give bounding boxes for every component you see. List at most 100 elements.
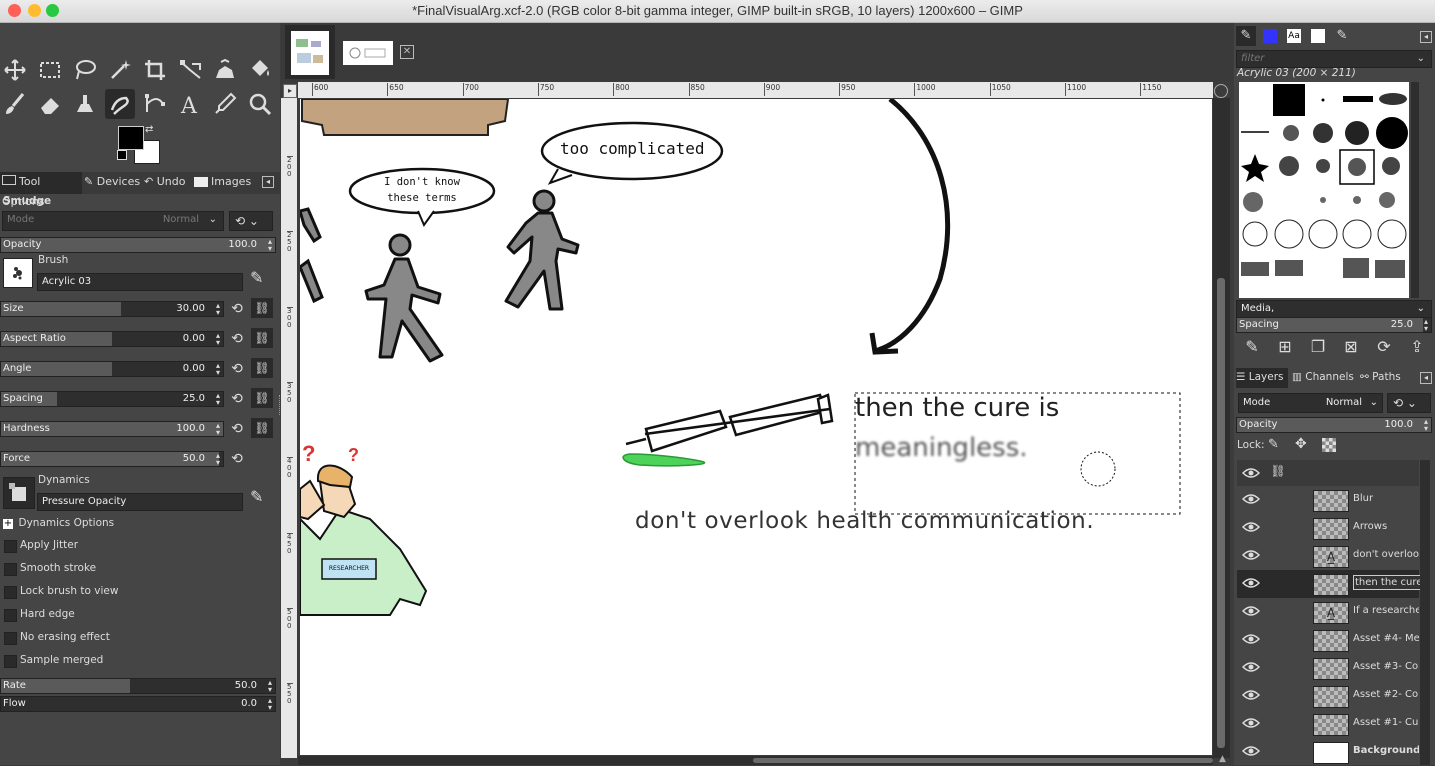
tab-devices[interactable]: ✎ Devices — [82, 172, 142, 194]
eye-icon[interactable] — [1242, 576, 1260, 590]
image-tab[interactable] — [343, 41, 393, 65]
scroll-thumb[interactable] — [753, 758, 1213, 763]
horizontal-scrollbar[interactable] — [298, 756, 1213, 765]
link-to-brush-icon[interactable]: ⛓ — [251, 298, 273, 318]
lock-alpha-icon[interactable] — [1322, 438, 1336, 452]
spinner-icon[interactable]: ▴ ▾ — [216, 392, 220, 407]
reset-icon[interactable]: ⟲ — [228, 420, 246, 438]
reset-icon[interactable]: ⟲ — [228, 300, 246, 318]
layer-row[interactable]: Asset #3- Con — [1237, 654, 1419, 682]
layer-row[interactable]: Blur — [1237, 486, 1419, 514]
eye-icon[interactable] — [1242, 492, 1260, 506]
ruler-corner[interactable]: ▸ — [283, 84, 297, 98]
crop-tool[interactable] — [140, 55, 170, 85]
eye-icon[interactable] — [1242, 632, 1260, 646]
spinner-icon[interactable]: ▴ ▾ — [268, 679, 272, 694]
reset-icon[interactable]: ⟲ — [228, 450, 246, 468]
brush-name-field[interactable]: Acrylic 03 — [37, 273, 243, 291]
tab-channels[interactable]: ▥ Channels — [1292, 368, 1356, 388]
checkbox[interactable] — [4, 609, 17, 622]
eye-icon[interactable] — [1242, 744, 1260, 758]
transform-tool[interactable] — [175, 55, 205, 85]
layer-row[interactable]: Arrows — [1237, 514, 1419, 542]
tab-fonts[interactable]: Aa — [1284, 26, 1304, 46]
spinner-icon[interactable]: ▴ ▾ — [1424, 418, 1428, 433]
layer-list-scrollbar[interactable] — [1420, 460, 1430, 765]
image-tab-active[interactable] — [285, 25, 335, 79]
vertical-ruler[interactable]: 200 250 300 350 400 450 500 550 — [281, 98, 297, 758]
eye-icon[interactable] — [1242, 716, 1260, 730]
aspect-ratio-slider[interactable]: Aspect Ratio 0.00 ▴ ▾ — [0, 331, 224, 347]
bucket-fill-tool[interactable] — [245, 55, 275, 85]
spinner-icon[interactable]: ▴ ▾ — [216, 362, 220, 377]
reset-icon[interactable]: ⟲ — [228, 360, 246, 378]
link-to-brush-icon[interactable]: ⛓ — [251, 358, 273, 378]
spinner-icon[interactable]: ▴ ▾ — [1424, 318, 1428, 333]
spinner-icon[interactable]: ▴ ▾ — [216, 422, 220, 437]
layer-row[interactable]: Asset #4- Mea — [1237, 626, 1419, 654]
brush-filter-input[interactable]: filter ⌄ — [1236, 50, 1432, 68]
tab-paint-dynamics[interactable]: ✎ — [1332, 26, 1352, 46]
layer-row[interactable]: Asset #2- Con — [1237, 682, 1419, 710]
dynamics-options-expander[interactable]: + Dynamics Options — [3, 516, 114, 529]
layer-mode-reset-button[interactable]: ⟲ ⌄ — [1387, 393, 1431, 413]
checkbox[interactable] — [4, 586, 17, 599]
checkbox[interactable] — [4, 540, 17, 553]
edit-dynamics-icon[interactable]: ✎ — [250, 487, 263, 506]
brush-grid-scrollbar[interactable] — [1411, 82, 1419, 298]
dock-menu-icon[interactable]: ◂ — [262, 176, 274, 188]
force-slider[interactable]: Force 50.0 ▴ ▾ — [0, 451, 224, 467]
paths-tool[interactable] — [140, 89, 170, 119]
close-tab-icon[interactable]: ✕ — [400, 45, 414, 59]
spinner-icon[interactable]: ▴ ▾ — [216, 332, 220, 347]
layer-row[interactable]: A̲ don't overlook — [1237, 542, 1419, 570]
zoom-nav-icon[interactable] — [1214, 84, 1228, 98]
spinner-icon[interactable]: ▴ ▾ — [268, 697, 272, 712]
eye-icon[interactable] — [1242, 520, 1260, 534]
dock-menu-icon[interactable]: ◂ — [1420, 372, 1432, 384]
rect-select-tool[interactable] — [35, 55, 65, 85]
spinner-icon[interactable]: ▴ ▾ — [268, 238, 272, 253]
tab-paths[interactable]: ⚯ Paths — [1360, 368, 1410, 388]
mode-select[interactable]: Mode Normal ⌄ — [2, 211, 224, 231]
scroll-up-icon[interactable]: ▲ — [1219, 754, 1226, 764]
brush-grid[interactable] — [1239, 82, 1409, 298]
spinner-icon[interactable]: ▴ ▾ — [216, 452, 220, 467]
brush-spacing-slider[interactable]: Spacing 25.0 ▴ ▾ — [1236, 317, 1432, 333]
tab-images[interactable]: Images — [192, 172, 254, 194]
hardness-slider[interactable]: Hardness 100.0 ▴ ▾ — [0, 421, 224, 437]
horizontal-ruler[interactable]: 600 650 700 750 800 850 900 950 1000 1050 1100 1150 — [298, 82, 1213, 98]
text-tool[interactable]: A — [175, 89, 205, 119]
scroll-thumb[interactable] — [1217, 278, 1225, 748]
spacing-slider[interactable]: Spacing 25.0 ▴ ▾ — [0, 391, 224, 407]
eye-icon[interactable] — [1242, 548, 1260, 562]
opacity-slider[interactable]: Opacity 100.0 ▴ ▾ — [0, 237, 276, 253]
default-colors-icon[interactable] — [117, 150, 127, 160]
tab-tool-options[interactable]: Tool Options — [0, 172, 82, 208]
eye-icon[interactable] — [1242, 660, 1260, 674]
checkbox[interactable] — [4, 655, 17, 668]
edit-brush-icon[interactable]: ✎ — [250, 268, 263, 287]
tab-layers[interactable]: ☰ Layers — [1236, 368, 1288, 388]
lock-pixels-icon[interactable]: ✎ — [1268, 437, 1279, 452]
layer-opacity-slider[interactable]: Opacity 100.0 ▴ ▾ — [1236, 417, 1432, 433]
layer-row[interactable]: then the cure — [1237, 570, 1423, 598]
rate-slider[interactable]: Rate 50.0 ▴ ▾ — [0, 678, 276, 694]
clone-tool[interactable] — [70, 89, 100, 119]
dynamics-preview[interactable] — [3, 477, 35, 509]
vertical-scrollbar[interactable] — [1213, 98, 1230, 758]
dynamics-name-field[interactable]: Pressure Opacity — [37, 493, 243, 511]
edit-brush-icon[interactable]: ✎ — [1242, 337, 1262, 356]
delete-brush-icon[interactable]: ⊠ — [1341, 337, 1361, 356]
brush-preview[interactable] — [3, 258, 33, 288]
layer-row[interactable]: Background — [1237, 738, 1419, 766]
eraser-tool[interactable] — [35, 89, 65, 119]
link-to-brush-icon[interactable]: ⛓ — [251, 418, 273, 438]
layer-row[interactable]: A̲ If a researcher — [1237, 598, 1419, 626]
tab-brushes[interactable]: ✎ — [1236, 26, 1256, 46]
checkbox[interactable] — [4, 563, 17, 576]
eye-icon[interactable] — [1242, 688, 1260, 702]
smudge-tool[interactable] — [105, 89, 135, 119]
move-tool[interactable] — [0, 55, 30, 85]
link-to-brush-icon[interactable]: ⛓ — [251, 328, 273, 348]
